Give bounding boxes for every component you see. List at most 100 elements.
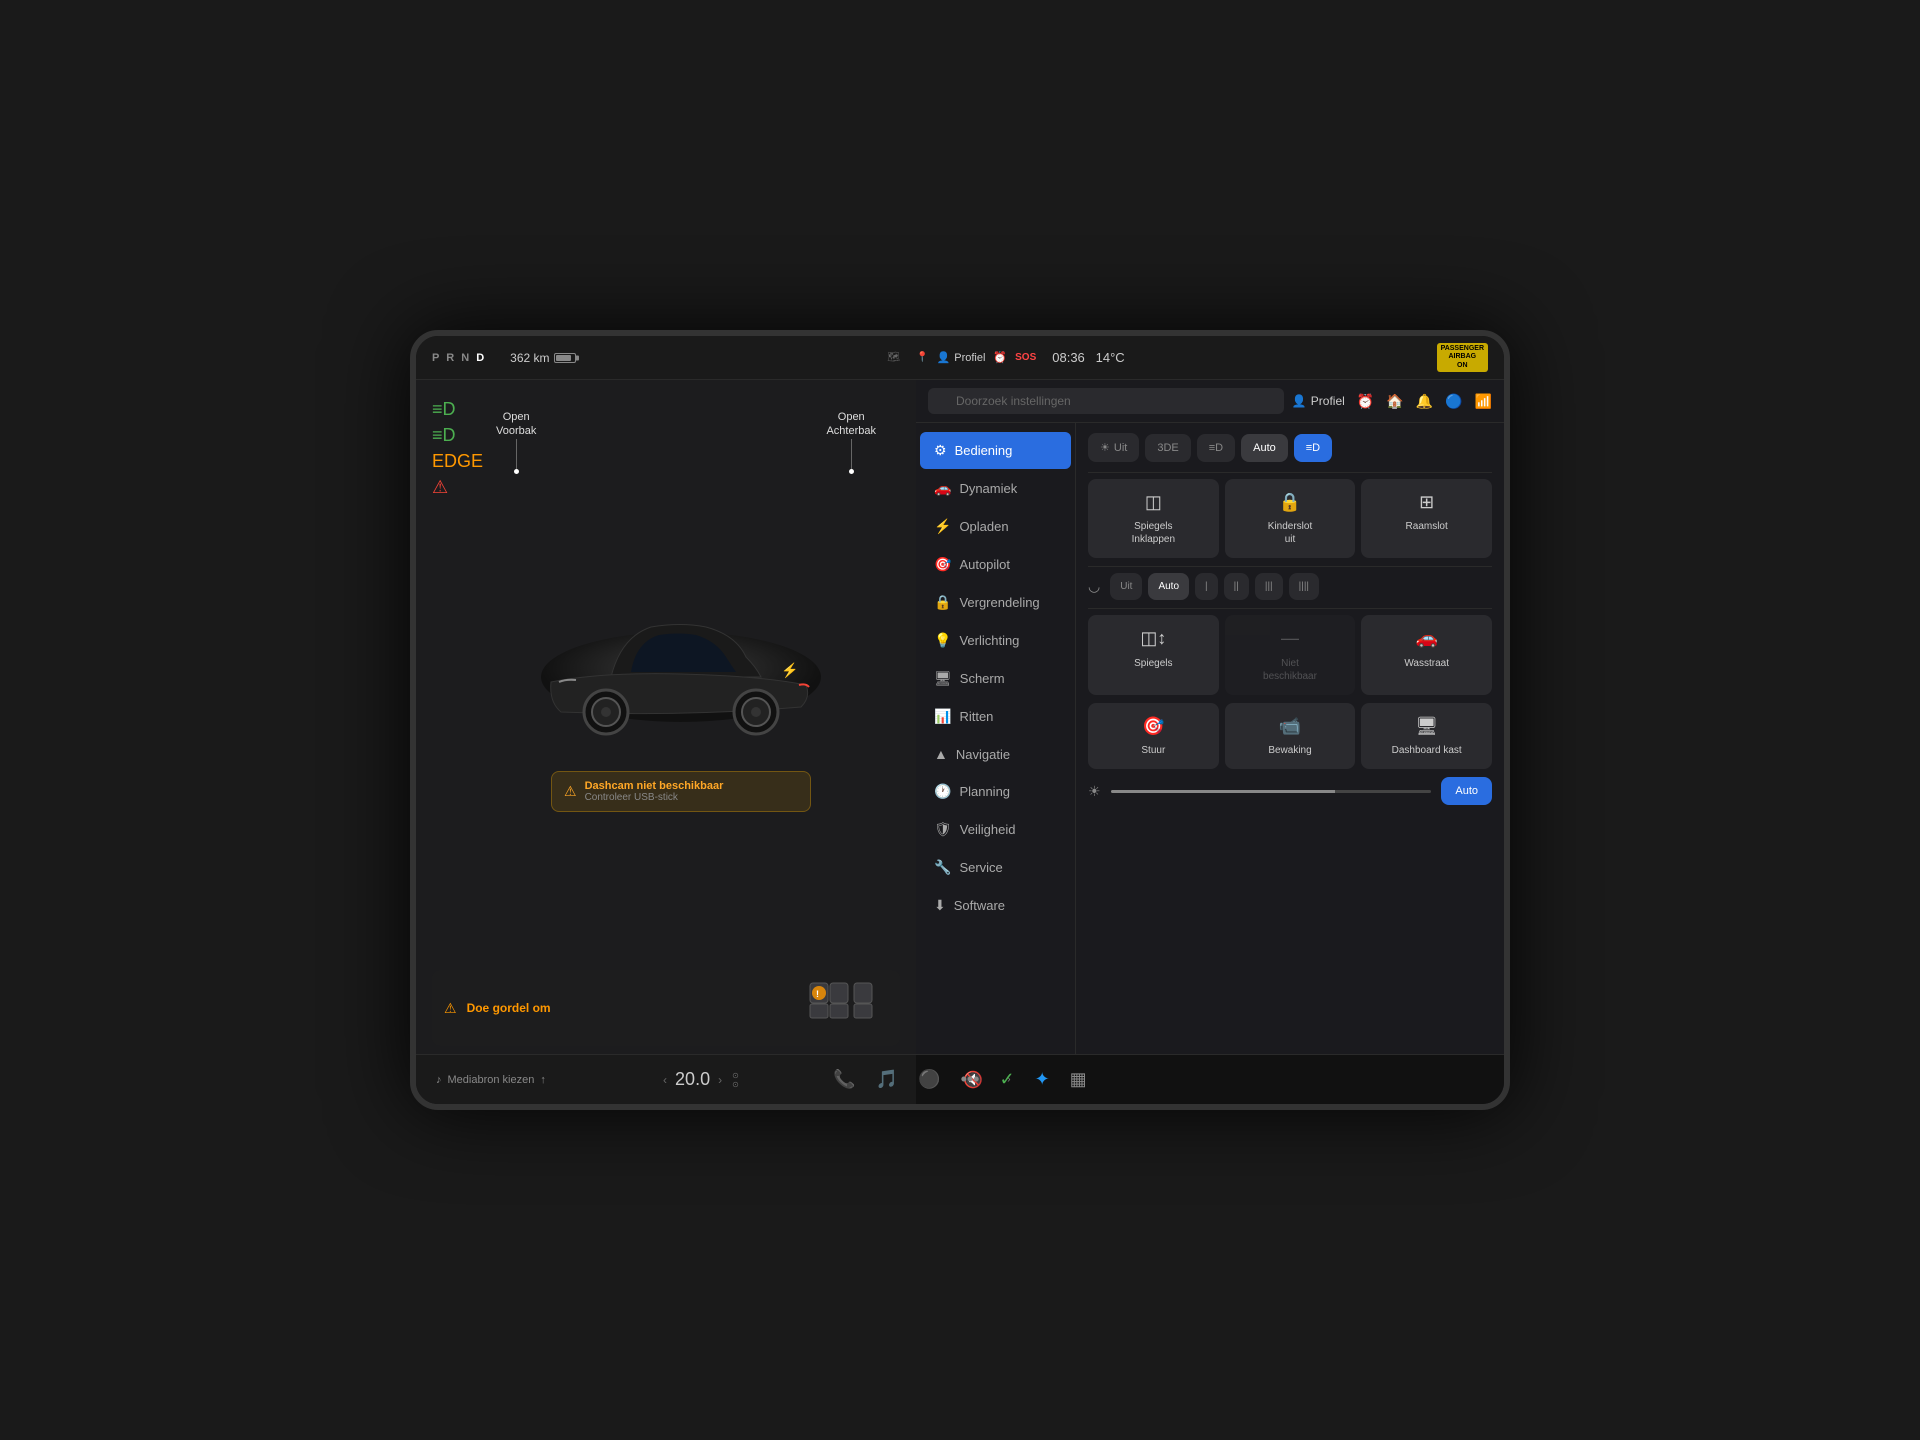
alarm-header-icon[interactable]: ⏰ <box>1357 393 1374 410</box>
dashcabinet-btn[interactable]: 🖥 Dashboard kast <box>1361 703 1492 769</box>
profile-button[interactable]: 👤 Profiel <box>937 351 986 364</box>
svg-text:⚡: ⚡ <box>781 662 798 679</box>
veiligheid-icon: 🛡 <box>934 821 952 838</box>
wipers-auto-label: Auto <box>1158 581 1179 592</box>
windowlock-label: Raamslot <box>1406 520 1448 533</box>
dashcam-warning: ⚠ Dashcam niet beschikbaar Controleer US… <box>551 771 811 812</box>
brightness-auto-btn[interactable]: Auto <box>1441 777 1492 805</box>
wipers-off-btn[interactable]: Uit <box>1110 573 1142 600</box>
bluetooth-header-icon[interactable]: 🔵 <box>1445 393 1462 410</box>
menu-item-veiligheid[interactable]: 🛡 Veiligheid <box>920 811 1071 848</box>
menu-label-vergrendeling: Vergrendeling <box>959 595 1039 610</box>
status-right: PASSENGERAIRBAGON <box>1437 343 1488 372</box>
lights-drl-btn[interactable]: 3DE <box>1145 434 1190 462</box>
software-icon: ⬇ <box>934 897 946 914</box>
location-icon: 📍 <box>916 352 928 363</box>
speed-value: 20.0 <box>675 1069 710 1090</box>
time-temp-display: 08:36 14°C <box>1052 350 1124 365</box>
mirrors-action-btn[interactable]: ◫↕ Spiegels <box>1088 615 1219 694</box>
menu-label-ritten: Ritten <box>959 709 993 724</box>
status-center: 🗺 📍 👤 Profiel ⏰ SOS 08:36 14°C <box>584 350 1429 365</box>
time-display: 08:36 <box>1052 350 1085 365</box>
menu-item-bediening[interactable]: ⚙ Bediening <box>920 432 1071 469</box>
wipers-2-btn[interactable]: || <box>1224 573 1249 600</box>
ritten-icon: 📊 <box>934 708 951 725</box>
wipers-3-btn[interactable]: ||| <box>1255 573 1283 600</box>
warning-subtitle: Controleer USB-stick <box>585 792 724 803</box>
menu-item-autopilot[interactable]: 🎯 Autopilot <box>920 546 1071 583</box>
settings-menu: ⚙ Bediening 🚗 Dynamiek ⚡ Opladen 🎯 Autop… <box>916 423 1076 1054</box>
media-source-label: Mediabron kiezen <box>448 1074 535 1086</box>
sos-label[interactable]: SOS <box>1015 352 1036 363</box>
left-panel: ≡D ≡D EDGE ⚠ OpenVoorbak OpenAchterbak <box>416 380 916 1104</box>
lights-off-btn[interactable]: ☀ Uit <box>1088 433 1139 462</box>
menu-item-service[interactable]: 🔧 Service <box>920 849 1071 886</box>
right-panel: 🔍 👤 Profiel ⏰ 🏠 🔔 🔵 📶 <box>916 380 1504 1104</box>
lights-low-btn[interactable]: ≡D <box>1197 434 1235 462</box>
media-source[interactable]: ♪ Mediabron kiezen ↑ <box>436 1074 546 1086</box>
settings-header: 🔍 👤 Profiel ⏰ 🏠 🔔 🔵 📶 <box>916 380 1504 423</box>
lights-auto-label: Auto <box>1253 442 1276 454</box>
sun-icon: ☀ <box>1100 441 1110 454</box>
lock-header-icon[interactable]: 🏠 <box>1386 393 1403 410</box>
wipers-auto-btn[interactable]: Auto <box>1148 573 1189 600</box>
menu-label-autopilot: Autopilot <box>959 557 1010 572</box>
brightness-icon: ☀ <box>1088 783 1101 800</box>
menu-item-software[interactable]: ⬇ Software <box>920 887 1071 924</box>
more-icon[interactable]: ••• <box>961 1069 980 1090</box>
seatbelt-text: Doe gordel om <box>467 1001 551 1015</box>
taskbar-center: 📞 🎵 ⚫ ••• ✓ ✦ ▦ <box>916 1069 1087 1090</box>
menu-item-verlichting[interactable]: 💡 Verlichting <box>920 622 1071 659</box>
menu-item-navigatie[interactable]: ▲ Navigatie <box>920 736 1071 772</box>
action-grid-2: 🎯 Stuur 📹 Bewaking 🖥 Dashboard kast <box>1088 703 1492 769</box>
childlock-btn[interactable]: 🔒 Kinderslotuit <box>1225 479 1356 558</box>
unavailable-btn[interactable]: — Nietbeschikbaar <box>1225 615 1356 694</box>
brightness-slider[interactable] <box>1111 790 1432 793</box>
menu-label-veiligheid: Veiligheid <box>960 822 1016 837</box>
menu-item-scherm[interactable]: 🖥 Scherm <box>920 660 1071 697</box>
lights-auto-btn[interactable]: Auto <box>1241 434 1288 462</box>
unavailable-label: Nietbeschikbaar <box>1263 657 1317 683</box>
bell-header-icon[interactable]: 🔔 <box>1416 393 1433 410</box>
mirrors-fold-btn[interactable]: ◫ SpiegelsInklappen <box>1088 479 1219 558</box>
temperature-display: 14°C <box>1096 350 1125 365</box>
lights-highbeam-btn[interactable]: ≡D <box>1294 434 1332 462</box>
planning-icon: 🕐 <box>934 783 951 800</box>
camera-icon[interactable]: ⚫ <box>918 1069 940 1090</box>
windowlock-icon: ⊞ <box>1419 491 1434 514</box>
menu-item-dynamiek[interactable]: 🚗 Dynamiek <box>920 470 1071 507</box>
speed-icon-bot: ⊙ <box>732 1080 739 1089</box>
grid-icon[interactable]: ▦ <box>1070 1069 1087 1090</box>
low-beam-icon: ≡D <box>1209 442 1223 454</box>
check-icon[interactable]: ✓ <box>999 1069 1014 1090</box>
menu-item-ritten[interactable]: 📊 Ritten <box>920 698 1071 735</box>
security-icon: 📹 <box>1279 715 1301 738</box>
header-profile[interactable]: 👤 Profiel <box>1292 394 1345 408</box>
menu-label-bediening: Bediening <box>955 443 1013 458</box>
security-btn[interactable]: 📹 Bewaking <box>1225 703 1356 769</box>
menu-label-opladen: Opladen <box>959 519 1008 534</box>
menu-item-planning[interactable]: 🕐 Planning <box>920 773 1071 810</box>
music-note-icon: ♪ <box>436 1074 442 1086</box>
menu-label-software: Software <box>954 898 1005 913</box>
carwash-btn[interactable]: 🚗 Wasstraat <box>1361 615 1492 694</box>
wipers-2-label: || <box>1234 581 1239 592</box>
range-value: 362 km <box>510 351 549 365</box>
divider-2 <box>1088 566 1492 567</box>
gear-r: R <box>446 352 461 364</box>
warning-title: Dashcam niet beschikbaar <box>585 780 724 792</box>
gear-p: P <box>432 352 446 364</box>
steering-btn[interactable]: 🎯 Stuur <box>1088 703 1219 769</box>
windowlock-btn[interactable]: ⊞ Raamslot <box>1361 479 1492 558</box>
passenger-airbag-indicator: PASSENGERAIRBAGON <box>1437 343 1488 372</box>
wifi-header-icon[interactable]: 📶 <box>1475 393 1492 410</box>
wipers-4-label: |||| <box>1299 581 1309 592</box>
apps-icon[interactable]: ✦ <box>1035 1069 1050 1090</box>
menu-label-navigatie: Navigatie <box>956 747 1010 762</box>
wipers-4-btn[interactable]: |||| <box>1289 573 1319 600</box>
wipers-1-btn[interactable]: | <box>1195 573 1218 600</box>
dynamiek-icon: 🚗 <box>934 480 951 497</box>
menu-item-opladen[interactable]: ⚡ Opladen <box>920 508 1071 545</box>
menu-item-vergrendeling[interactable]: 🔒 Vergrendeling <box>920 584 1071 621</box>
search-input[interactable] <box>928 388 1284 414</box>
